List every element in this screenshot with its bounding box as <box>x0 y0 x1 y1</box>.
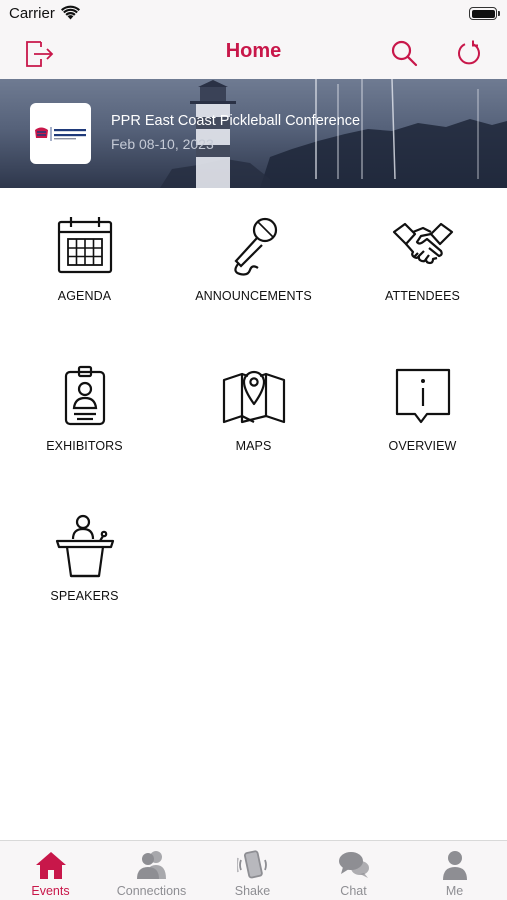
event-logo <box>30 103 91 164</box>
module-speakers[interactable]: SPEAKERS <box>0 488 169 638</box>
module-label: OVERVIEW <box>388 439 457 453</box>
handshake-icon <box>392 222 453 265</box>
module-maps[interactable]: MAPS <box>169 338 338 488</box>
module-label: AGENDA <box>57 289 112 303</box>
module-label: EXHIBITORS <box>46 439 123 453</box>
status-bar: Carrier <box>0 0 507 28</box>
carrier-label: Carrier <box>9 5 55 22</box>
person-icon <box>442 851 467 880</box>
navigation-bar: Home <box>0 28 507 79</box>
microphone-icon <box>233 217 277 276</box>
calendar-icon <box>57 217 112 274</box>
page-title: Home <box>225 40 282 62</box>
chat-bubbles-icon <box>338 852 369 878</box>
wifi-icon <box>61 5 80 20</box>
tab-chat[interactable]: Chat <box>303 841 404 900</box>
tab-label: Events <box>31 884 70 898</box>
battery-icon <box>469 7 500 20</box>
module-label: MAPS <box>235 439 272 453</box>
people-icon <box>136 851 166 879</box>
tab-events[interactable]: Events <box>0 841 101 900</box>
tab-label: Connections <box>116 884 187 898</box>
tab-label: Shake <box>234 884 271 898</box>
search-button[interactable] <box>387 36 421 70</box>
module-attendees[interactable]: ATTENDEES <box>338 188 507 338</box>
module-label: ATTENDEES <box>385 289 460 303</box>
event-date: Feb 08-10, 2023 <box>111 136 214 152</box>
search-icon <box>391 40 418 67</box>
home-icon <box>35 852 66 879</box>
event-banner[interactable]: PPR East Coast Pickleball Conference Feb… <box>0 79 507 188</box>
phone-shake-icon <box>236 850 267 879</box>
podium-icon <box>55 514 114 578</box>
info-icon <box>395 368 450 424</box>
tab-shake[interactable]: Shake <box>202 841 303 900</box>
tab-label: Me <box>445 884 464 898</box>
event-title: PPR East Coast Pickleball Conference <box>111 113 361 129</box>
conference-logo-icon <box>34 126 86 141</box>
tab-connections[interactable]: Connections <box>101 841 202 900</box>
tab-label: Chat <box>340 884 367 898</box>
refresh-icon <box>458 40 480 65</box>
module-exhibitors[interactable]: EXHIBITORS <box>0 338 169 488</box>
id-badge-icon <box>64 365 105 426</box>
tab-bar: Events Connections Shake Chat Me <box>0 840 507 900</box>
module-label: SPEAKERS <box>50 589 119 603</box>
tab-me[interactable]: Me <box>404 841 505 900</box>
module-overview[interactable]: OVERVIEW <box>338 338 507 488</box>
map-icon <box>222 370 285 424</box>
module-announcements[interactable]: ANNOUNCEMENTS <box>169 188 338 338</box>
refresh-button[interactable] <box>452 36 486 70</box>
module-agenda[interactable]: AGENDA <box>0 188 169 338</box>
module-label: ANNOUNCEMENTS <box>195 289 312 303</box>
